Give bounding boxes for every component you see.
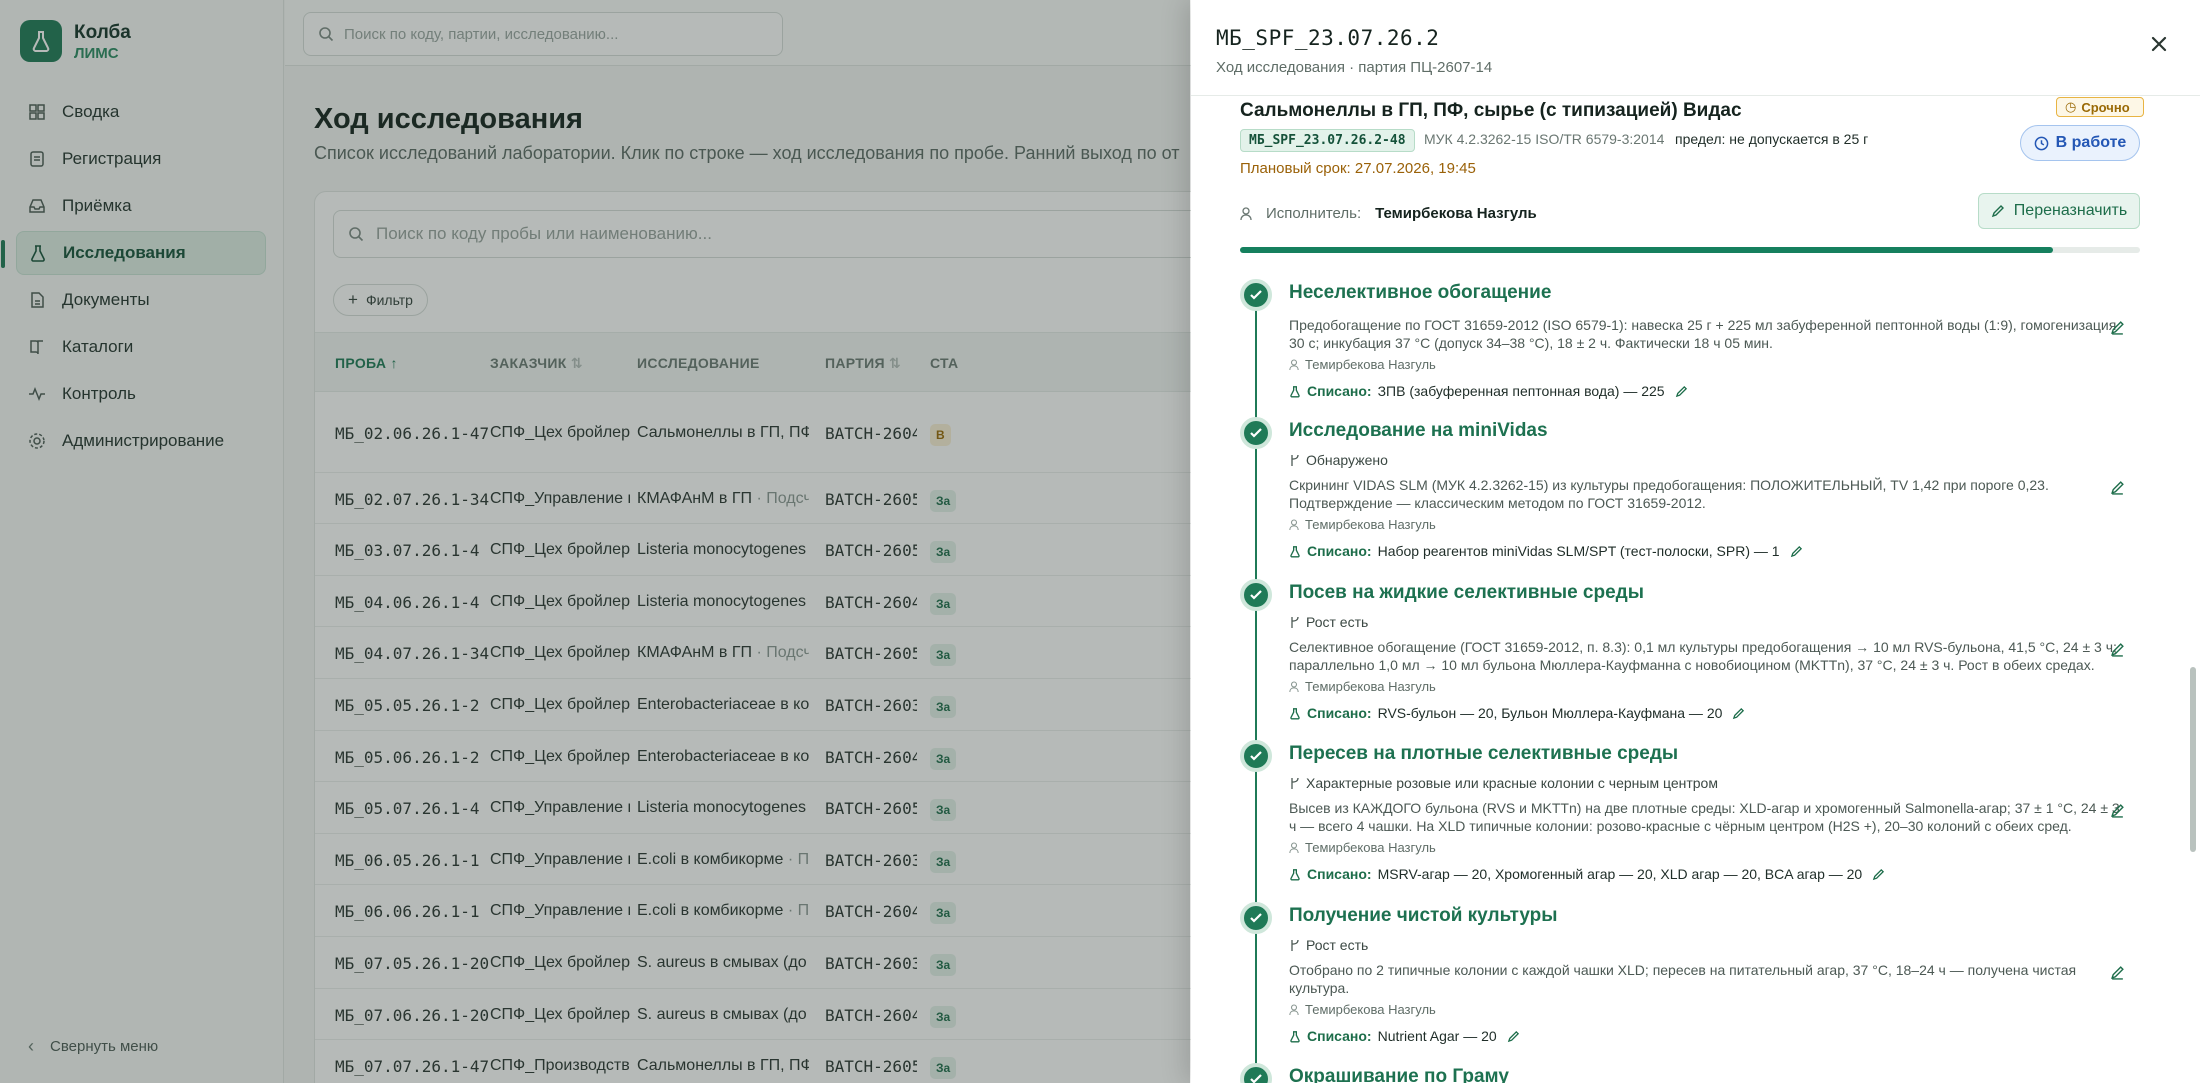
check-circle-icon [1240,740,1272,772]
edit-pencil-icon[interactable] [2110,965,2125,980]
step-written-off: Списано: ЗПВ (забуференная пептонная вода… [1289,383,1688,399]
pencil-icon [1991,205,2004,218]
branch-icon [1291,454,1299,466]
step-executor: Темирбекова Назгуль [1289,840,1436,855]
step-description: Селективное обогащение (ГОСТ 31659-2012,… [1289,639,2117,673]
user-icon [1240,206,1252,220]
step-result: Характерные розовые или красные колонии … [1289,775,1718,791]
edit-pencil-icon[interactable] [2110,320,2125,335]
step-description: Отобрано по 2 типичные колонии с каждой … [1289,962,2077,996]
clock-icon [2034,136,2048,150]
status-in-work-button[interactable]: В работе [2020,125,2140,161]
edit-pencil-icon[interactable] [2110,480,2125,495]
step-written-off: Списано: MSRV-агар — 20, Хромогенный агар… [1289,866,1885,882]
executor-row: Исполнитель: Темирбекова Назгуль [1240,205,1537,222]
step-title: Окрашивание по Граму [1289,1066,1509,1083]
check-circle-icon [1240,1063,1272,1083]
step-title: Пересев на плотные селективные среды [1289,743,1679,764]
branch-icon [1291,616,1299,628]
step-written-off: Списано: RVS-бульон — 20, Бульон Мюллера-… [1289,705,1745,721]
flask-small-icon [1289,868,1301,881]
close-icon[interactable] [2145,30,2173,58]
edit-pencil-icon[interactable] [2110,803,2125,818]
check-circle-icon [1240,279,1272,311]
flask-small-icon [1289,385,1301,398]
sample-code-chip: МБ_SPF_23.07.26.2-48 [1240,129,1415,152]
step-executor: Темирбекова Назгуль [1289,679,1436,694]
drawer-body: Сальмонеллы в ГП, ПФ, сырье (с типизацие… [1191,97,2200,1083]
study-progress-drawer: МБ_SPF_23.07.26.2 Ход исследования · пар… [1191,0,2200,1083]
step-title: Посев на жидкие селективные среды [1289,582,1644,603]
step-result: Обнаружено [1289,452,1388,468]
modal-backdrop[interactable] [0,0,1190,1083]
check-circle-icon [1240,902,1272,934]
scrollbar-thumb[interactable] [2190,667,2196,852]
timeline-line [1255,292,1257,1083]
edit-pencil-icon[interactable] [1790,545,1803,558]
reassign-button[interactable]: Переназначить [1978,193,2140,229]
edit-pencil-icon[interactable] [1732,707,1745,720]
drawer-subtitle: Ход исследования · партия ПЦ-2607-14 [1216,59,1493,76]
research-title: Сальмонеллы в ГП, ПФ, сырье (с типизацие… [1240,100,1742,121]
drawer-sample-code: МБ_SPF_23.07.26.2 [1216,26,1440,50]
progress-fill [1240,247,2053,253]
step-executor: Темирбекова Назгуль [1289,1002,1436,1017]
edit-pencil-icon[interactable] [1675,385,1688,398]
step-description: Предобогащение по ГОСТ 31659-2012 (ISO 6… [1289,317,2117,351]
step-result: Рост есть [1289,614,1368,630]
flask-small-icon [1289,1030,1301,1043]
step-written-off: Списано: Набор реагентов miniVidas SLM/SP… [1289,543,1803,559]
clock-icon: ◷ [2065,99,2077,114]
branch-icon [1291,777,1299,789]
check-circle-icon [1240,579,1272,611]
step-written-off: Списано: Nutrient Agar — 20 [1289,1028,1520,1044]
check-circle-icon [1240,417,1272,449]
branch-icon [1291,939,1299,951]
urgent-badge: ◷ Срочно [2056,97,2144,117]
user-icon [1289,518,1299,530]
user-icon [1289,1003,1299,1015]
method-reference: МУК 4.2.3262-15 ISO/TR 6579-3:2014 [1424,131,1665,147]
user-icon [1289,841,1299,853]
user-icon [1289,680,1299,692]
user-icon [1289,358,1299,370]
step-title: Неселективное обогащение [1289,282,1552,303]
drawer-header: МБ_SPF_23.07.26.2 Ход исследования · пар… [1191,0,2200,96]
planned-deadline: Плановый срок: 27.07.2026, 19:45 [1240,160,1476,177]
step-executor: Темирбекова Назгуль [1289,517,1436,532]
progress-bar [1240,247,2140,253]
step-description: Высев из КАЖДОГО бульона (RVS и MKTTn) н… [1289,800,2120,834]
flask-small-icon [1289,545,1301,558]
flask-small-icon [1289,707,1301,720]
edit-pencil-icon[interactable] [2110,642,2125,657]
step-title: Исследование на miniVidas [1289,420,1548,441]
step-executor: Темирбекова Назгуль [1289,357,1436,372]
step-description: Скрининг VIDAS SLM (МУК 4.2.3262-15) из … [1289,477,2049,511]
step-title: Получение чистой культуры [1289,905,1558,926]
edit-pencil-icon[interactable] [1507,1030,1520,1043]
executor-name: Темирбекова Назгуль [1375,205,1537,222]
edit-pencil-icon[interactable] [1872,868,1885,881]
limit-text: предел: не допускается в 25 г [1675,131,1869,147]
step-result: Рост есть [1289,937,1368,953]
